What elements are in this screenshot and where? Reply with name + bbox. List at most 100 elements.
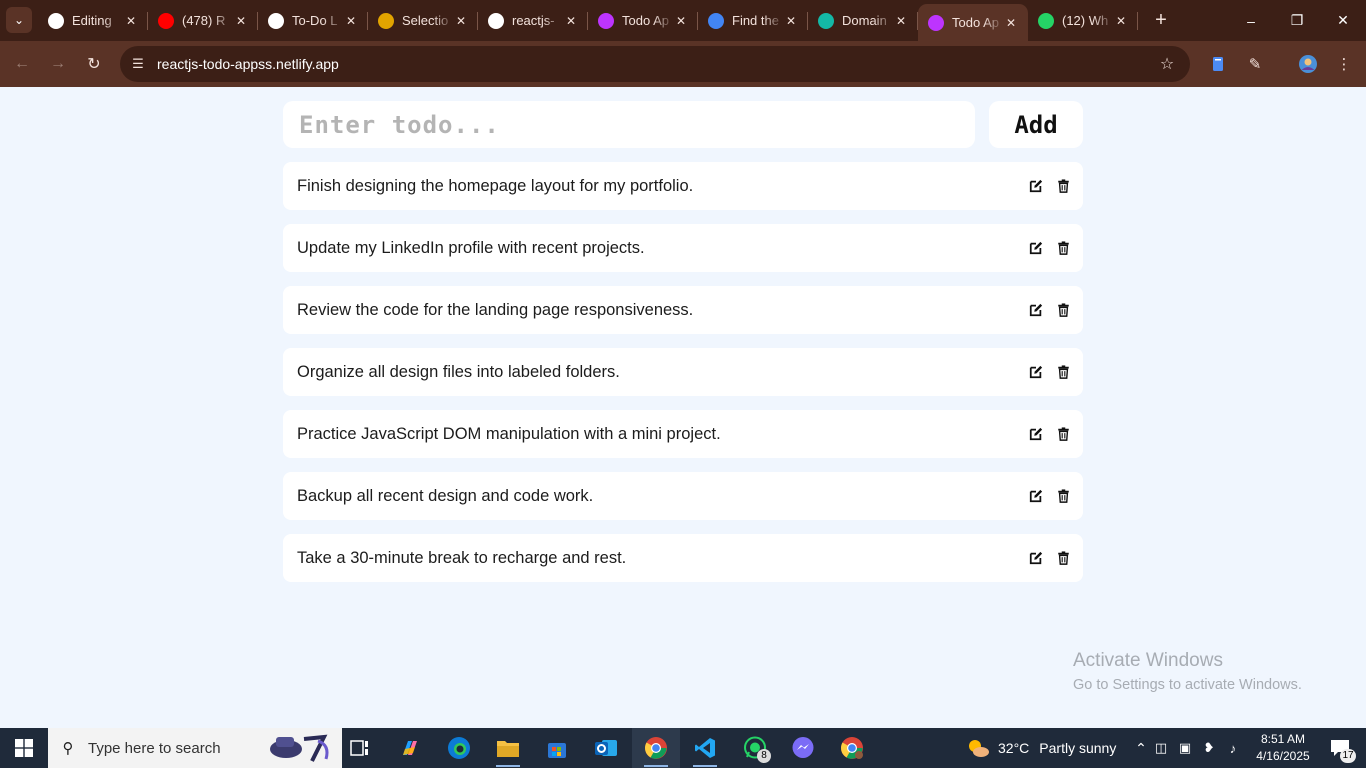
document-extension-icon[interactable] [1205,51,1231,77]
tab-title: Todo Ap [952,15,999,30]
browser-tab[interactable]: Selectio ✕ [368,0,478,41]
notification-center-icon[interactable]: 17 [1320,728,1360,768]
minimize-icon[interactable]: – [1228,0,1274,41]
todo-item: Review the code for the landing page res… [283,286,1083,334]
todo-text: Update my LinkedIn profile with recent p… [297,238,645,257]
copilot-icon[interactable] [386,728,434,768]
profile-avatar[interactable] [1295,51,1321,77]
watermark-title: Activate Windows [1073,650,1223,671]
address-bar[interactable]: ☰ reactjs-todo-appss.netlify.app ☆ [120,46,1190,82]
tab-close-icon[interactable]: ✕ [674,14,688,28]
close-window-icon[interactable]: ✕ [1320,0,1366,41]
clock-time: 8:51 AM [1260,732,1306,746]
site-settings-icon[interactable]: ☰ [128,56,148,72]
chrome-icon[interactable] [632,728,680,768]
tab-search-chevron-icon[interactable]: ⌄ [6,7,32,33]
whatsapp-icon[interactable]: 8 [731,728,779,768]
todo-text: Review the code for the landing page res… [297,300,694,319]
weather-temperature: 32°C [998,740,1030,756]
taskbar-search-box[interactable]: ⚲ Type here to search [48,728,342,768]
tab-close-icon[interactable]: ✕ [1004,16,1018,30]
new-tab-plus-icon[interactable]: + [1150,9,1172,31]
browser-tab[interactable]: Todo Ap ✕ [588,0,698,41]
edit-icon[interactable] [1027,177,1045,195]
edge-browser-icon[interactable] [435,728,483,768]
add-button[interactable]: Add [989,101,1083,148]
edit-icon[interactable] [1027,239,1045,257]
delete-trash-icon[interactable] [1054,425,1072,443]
show-hidden-icons-chevron-icon[interactable]: ⌃ [1133,740,1149,757]
tab-close-icon[interactable]: ✕ [564,14,578,28]
tab-close-icon[interactable]: ✕ [124,14,138,28]
edit-icon[interactable] [1027,487,1045,505]
watermark-subtitle: Go to Settings to activate Windows. [1073,677,1302,693]
messenger-icon[interactable] [779,728,827,768]
tab-close-icon[interactable]: ✕ [784,14,798,28]
browser-tab[interactable]: Find the ✕ [698,0,808,41]
tab-separator [1137,12,1138,30]
tab-title: Todo Ap [622,13,669,28]
search-highlight-art-icon [270,734,329,762]
edit-icon[interactable] [1027,425,1045,443]
todo-input[interactable] [283,101,975,148]
browser-tab[interactable]: reactjs- ✕ [478,0,588,41]
chrome-profile-icon[interactable] [828,728,876,768]
todo-item: Update my LinkedIn profile with recent p… [283,224,1083,272]
network-icon[interactable]: ❥ [1197,740,1221,756]
task-view-icon[interactable] [336,728,384,768]
microsoft-store-icon[interactable] [533,728,581,768]
github-icon [488,12,504,29]
menu-kebab-icon[interactable]: ⋮ [1331,51,1357,77]
tab-title: (478) R [182,13,226,28]
browser-tab[interactable]: Editing ✕ [38,0,148,41]
reload-icon[interactable]: ↻ [81,51,107,77]
clock-date: 4/16/2025 [1256,749,1310,763]
taskbar: ⚲ Type here to search 8 32°C Partly sunn… [0,728,1366,768]
vscode-icon[interactable] [681,728,729,768]
outlook-icon[interactable] [582,728,630,768]
zoho-icon [378,12,394,29]
tab-close-icon[interactable]: ✕ [454,14,468,28]
clock[interactable]: 8:51 AM 4/16/2025 [1251,731,1315,765]
weather-description: Partly sunny [1039,740,1117,756]
edit-icon[interactable] [1027,549,1045,567]
edit-icon[interactable] [1027,363,1045,381]
delete-trash-icon[interactable] [1054,487,1072,505]
delete-trash-icon[interactable] [1054,177,1072,195]
browser-tab[interactable]: Todo Ap ✕ [918,4,1028,41]
file-explorer-icon[interactable] [484,728,532,768]
battery-icon[interactable]: ▣ [1173,740,1197,756]
tab-close-icon[interactable]: ✕ [894,14,908,28]
page-content: Add Finish designing the homepage layout… [0,87,1366,728]
delete-trash-icon[interactable] [1054,363,1072,381]
tab-close-icon[interactable]: ✕ [1114,14,1128,28]
weather-widget[interactable]: 32°C Partly sunny [966,728,1116,768]
volume-icon[interactable]: ♪ [1221,741,1245,756]
browser-tab-strip: ⌄ Editing ✕ (478) R ✕ To-Do L ✕ Selectio ✕ react… [0,0,1366,41]
windows-start-icon[interactable] [0,728,48,768]
browser-tab[interactable]: Domain ✕ [808,0,918,41]
tab-title: Domain [842,13,887,28]
url-text[interactable]: reactjs-todo-appss.netlify.app [157,56,1152,72]
browser-tab[interactable]: (478) R ✕ [148,0,258,41]
browser-tab[interactable]: (12) Wh ✕ [1028,0,1138,41]
bookmark-star-icon[interactable]: ☆ [1152,54,1182,74]
back-arrow-icon[interactable]: ← [9,51,35,77]
todo-text: Take a 30-minute break to recharge and r… [297,548,627,567]
tab-close-icon[interactable]: ✕ [344,14,358,28]
edit-icon[interactable] [1027,301,1045,319]
activate-windows-watermark: Activate Windows Go to Settings to activ… [1073,650,1302,693]
search-placeholder: Type here to search [88,739,221,757]
restore-icon[interactable]: ❐ [1274,0,1320,41]
extensions-puzzle-icon[interactable]: ✎ [1242,51,1268,77]
forward-arrow-icon[interactable]: → [45,51,71,77]
browser-toolbar: ← → ↻ ☰ reactjs-todo-appss.netlify.app ☆… [0,41,1366,87]
delete-trash-icon[interactable] [1054,549,1072,567]
meet-now-icon[interactable]: ◫ [1149,740,1173,756]
tab-close-icon[interactable]: ✕ [234,14,248,28]
delete-trash-icon[interactable] [1054,301,1072,319]
tab-title: Find the [732,13,779,28]
vite-icon [598,12,614,29]
browser-tab[interactable]: To-Do L ✕ [258,0,368,41]
delete-trash-icon[interactable] [1054,239,1072,257]
